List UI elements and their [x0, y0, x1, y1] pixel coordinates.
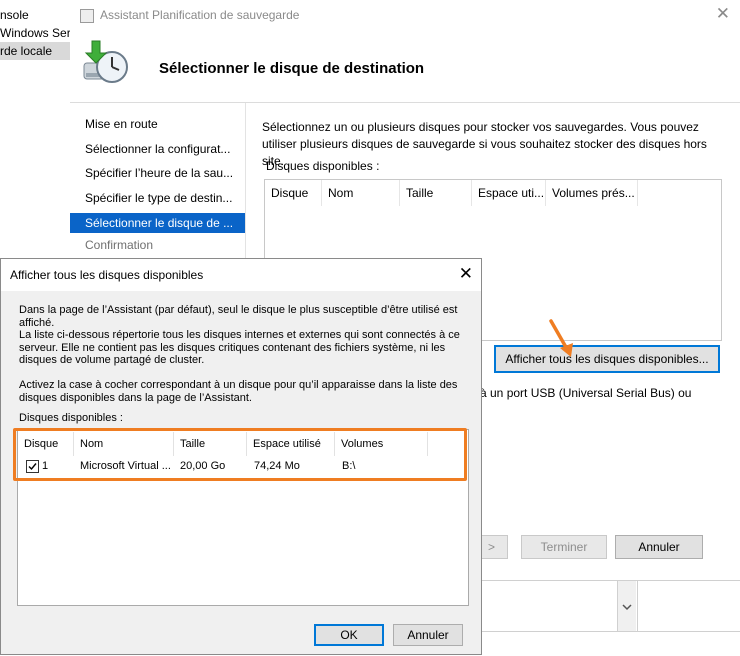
checkmark-icon	[28, 463, 37, 471]
wizard-titlebar: Assistant Planification de sauvegarde ✕	[70, 0, 740, 30]
column-header-disk[interactable]: Disque	[18, 432, 74, 456]
page-title: Sélectionner le disque de destination	[159, 60, 425, 77]
dialog-title: Afficher tous les disques disponibles	[10, 268, 204, 282]
scrollbar[interactable]	[617, 581, 636, 631]
column-header-disk[interactable]: Disque	[265, 180, 322, 206]
wizard-steps: Mise en route Sélectionner la configurat…	[70, 103, 246, 263]
dialog-titlebar: Afficher tous les disques disponibles ✕	[1, 259, 481, 291]
usb-info-text: à un port USB (Universal Serial Bus) ou	[480, 386, 692, 400]
console-bottom-pane	[482, 580, 740, 656]
column-header-size[interactable]: Taille	[400, 180, 472, 206]
disk-checkbox[interactable]	[26, 460, 39, 473]
available-disks-label: Disques disponibles :	[266, 159, 380, 173]
pane-divider	[482, 631, 740, 632]
column-header-used[interactable]: Espace utilisé	[247, 432, 335, 456]
console-tree-item[interactable]: Windows Ser	[0, 24, 71, 42]
step-item: Confirmation	[85, 238, 154, 252]
column-header-size[interactable]: Taille	[174, 432, 247, 456]
app-icon	[80, 9, 94, 23]
column-header-name[interactable]: Nom	[322, 180, 400, 206]
chevron-down-icon	[622, 604, 632, 611]
show-all-disks-button[interactable]: Afficher tous les disques disponibles...	[494, 345, 720, 373]
console-tree-item-selected[interactable]: rde locale	[0, 42, 70, 60]
dialog-paragraph: La liste ci-dessous répertorie tous les …	[19, 329, 460, 366]
step-item[interactable]: Spécifier le type de destin...	[70, 188, 245, 208]
column-header-volumes[interactable]: Volumes prés...	[546, 180, 638, 206]
backup-disk-icon	[83, 40, 128, 83]
finish-button[interactable]: Terminer	[521, 535, 607, 559]
dialog-list-label: Disques disponibles :	[19, 412, 123, 424]
column-header-name[interactable]: Nom	[74, 432, 174, 456]
row-volumes: B:\	[342, 460, 356, 472]
close-icon[interactable]: ✕	[716, 4, 730, 24]
step-item[interactable]: Spécifier l’heure de la sau...	[70, 163, 245, 183]
row-used: 74,24 Mo	[254, 460, 300, 472]
step-item-active[interactable]: Sélectionner le disque de ...	[70, 213, 245, 233]
all-disks-list[interactable]: Disque Nom Taille Espace utilisé Volumes…	[17, 429, 469, 606]
column-header-volumes[interactable]: Volumes	[335, 432, 428, 456]
cancel-button[interactable]: Annuler	[615, 535, 703, 559]
row-name: Microsoft Virtual ...	[80, 460, 171, 472]
console-tree-item[interactable]: nsole	[0, 6, 29, 24]
pane-divider	[637, 581, 638, 631]
close-icon[interactable]: ✕	[459, 264, 473, 284]
row-size: 20,00 Go	[180, 460, 226, 472]
row-disk: 1	[42, 460, 49, 472]
step-item[interactable]: Sélectionner la configurat...	[70, 139, 245, 159]
ok-button[interactable]: OK	[314, 624, 384, 646]
column-header-used[interactable]: Espace uti...	[472, 180, 546, 206]
step-item[interactable]: Mise en route	[70, 114, 245, 134]
annotation-arrow	[549, 319, 573, 357]
wizard-header: Sélectionner le disque de destination	[70, 30, 740, 102]
dialog-cancel-button[interactable]: Annuler	[393, 624, 463, 646]
dialog-paragraph: Dans la page de l’Assistant (par défaut)…	[19, 304, 458, 329]
dialog-paragraph: Activez la case à cocher correspondant à…	[19, 379, 458, 404]
show-all-disks-dialog: Afficher tous les disques disponibles ✕ …	[0, 258, 482, 655]
wizard-title: Assistant Planification de sauvegarde	[100, 8, 300, 22]
